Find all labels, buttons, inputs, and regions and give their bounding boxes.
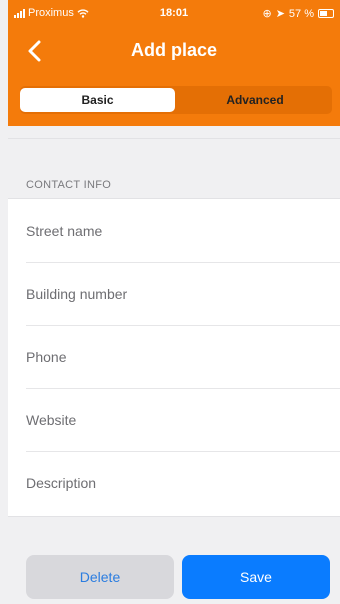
page-title: Add place xyxy=(130,40,218,60)
phone-input[interactable] xyxy=(26,345,326,369)
building-number-row xyxy=(26,262,340,326)
website-row xyxy=(26,388,340,452)
header: Proximus 18:01 ⊕ ➤ 57 % Add place Basic … xyxy=(8,0,340,126)
location-icon: ➤ xyxy=(275,8,285,20)
save-button[interactable]: Save xyxy=(182,555,330,599)
contact-info-fields xyxy=(8,198,340,517)
building-number-input[interactable] xyxy=(26,282,326,306)
tab-advanced[interactable]: Advanced xyxy=(180,88,330,112)
status-bar: Proximus 18:01 ⊕ ➤ 57 % xyxy=(8,6,340,22)
tab-basic[interactable]: Basic xyxy=(20,88,175,112)
description-input[interactable] xyxy=(26,471,326,495)
section-header: CONTACT INFO xyxy=(8,138,340,199)
delete-button[interactable]: Delete xyxy=(26,555,174,599)
street-name-row xyxy=(26,199,340,263)
segmented-control: Basic Advanced xyxy=(20,86,332,114)
battery-icon xyxy=(318,9,334,18)
lock-rotation-icon: ⊕ xyxy=(262,8,272,20)
street-name-input[interactable] xyxy=(26,219,326,243)
battery-label: 57 % xyxy=(288,7,314,20)
status-right: ⊕ ➤ 57 % xyxy=(262,7,334,20)
website-input[interactable] xyxy=(26,408,326,432)
add-place-screen: Proximus 18:01 ⊕ ➤ 57 % Add place Basic … xyxy=(0,0,340,604)
description-row xyxy=(26,451,340,514)
action-bar: Delete Save xyxy=(8,516,340,604)
phone-row xyxy=(26,325,340,389)
section-title: CONTACT INFO xyxy=(26,179,112,191)
